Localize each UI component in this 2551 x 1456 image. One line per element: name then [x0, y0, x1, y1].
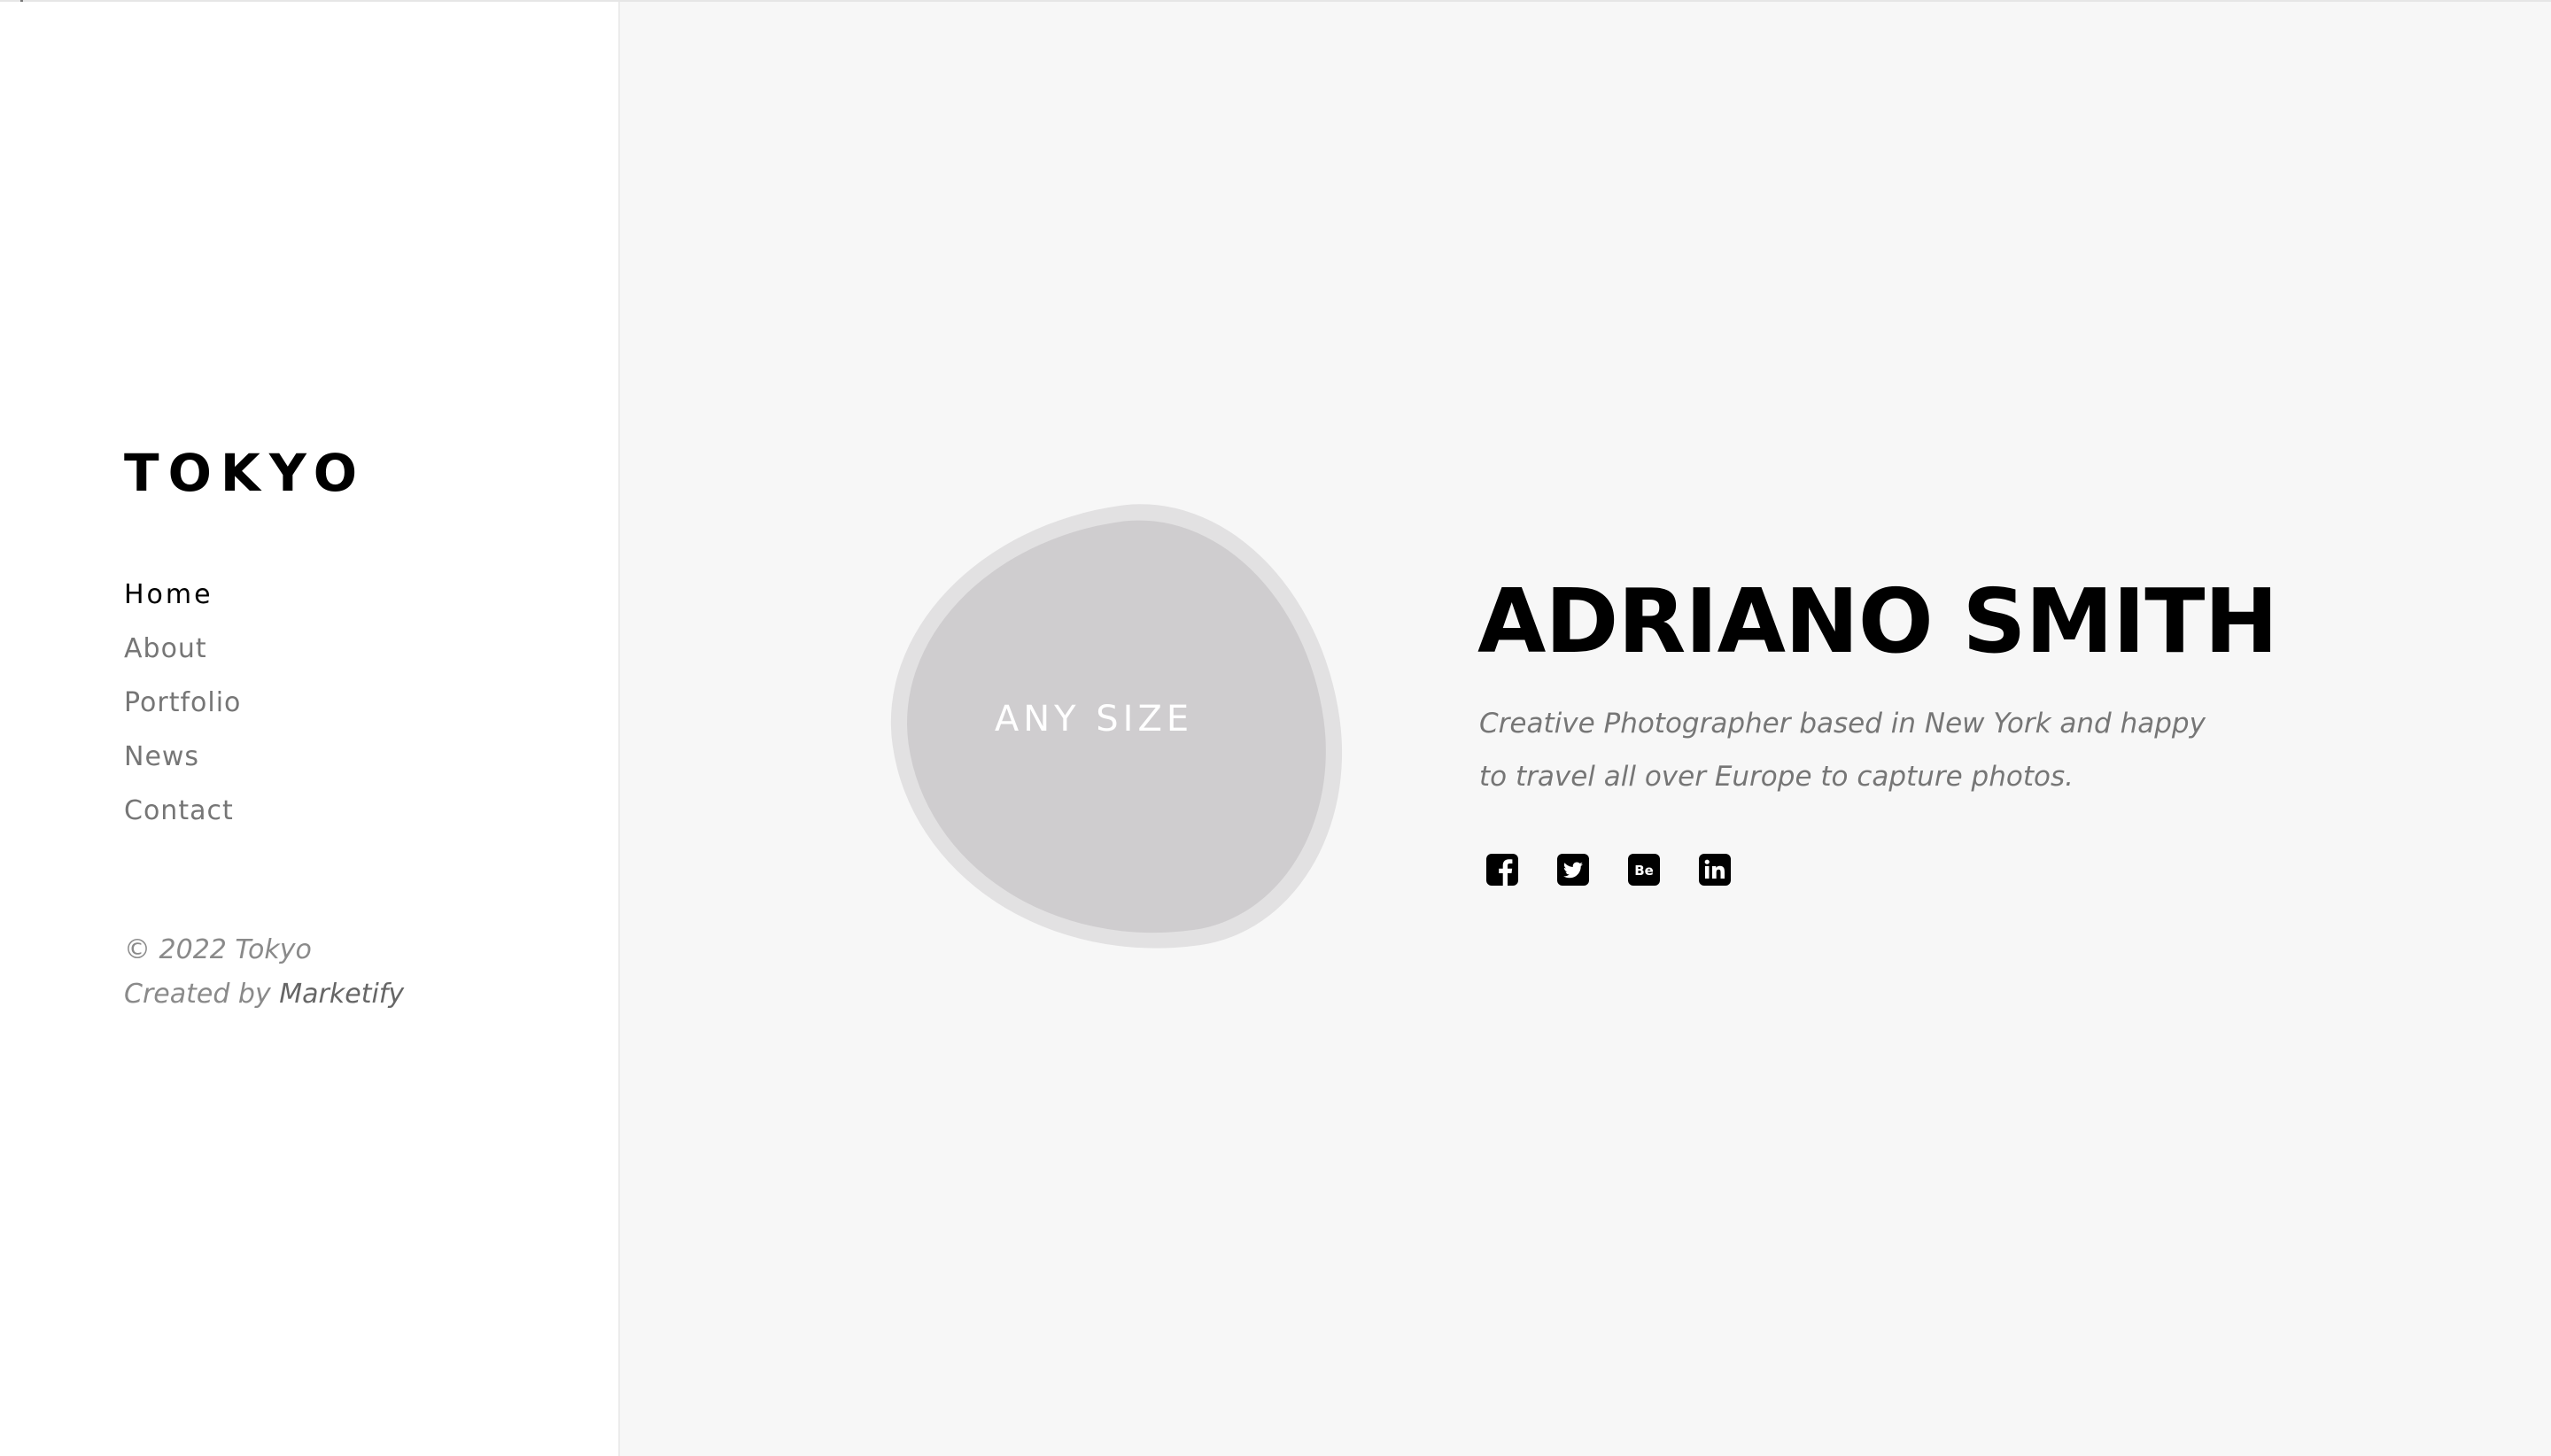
hero-description: Creative Photographer based in New York …: [1479, 697, 2276, 803]
nav-item-portfolio[interactable]: Portfolio: [124, 681, 241, 735]
credit-link[interactable]: Marketify: [279, 979, 404, 1010]
profile-image-placeholder: ANY SIZE: [864, 479, 1369, 984]
hero-description-line-1: Creative Photographer based in New York …: [1479, 708, 2206, 740]
copyright-block: © 2022 Tokyo Created by Marketify: [124, 928, 404, 1017]
credit-line: Created by Marketify: [124, 972, 404, 1017]
main-nav: Home About Portfolio News Contact: [124, 573, 241, 843]
credit-prefix: Created by: [124, 979, 271, 1010]
svg-text:Be: Be: [1634, 863, 1654, 879]
nav-item-news[interactable]: News: [124, 735, 241, 789]
image-placeholder-label: ANY SIZE: [994, 699, 1194, 740]
social-links: Be: [1486, 854, 1731, 886]
nav-item-contact[interactable]: Contact: [124, 789, 241, 843]
facebook-icon[interactable]: [1486, 854, 1518, 886]
twitter-icon[interactable]: [1557, 854, 1589, 886]
page: TOKYO Home About Portfolio News Contact …: [0, 0, 2551, 1456]
copyright-text: © 2022 Tokyo: [124, 934, 312, 965]
hero-description-line-2: to travel all over Europe to capture pho…: [1479, 761, 2074, 793]
site-logo[interactable]: TOKYO: [124, 439, 366, 507]
behance-icon[interactable]: Be: [1628, 854, 1660, 886]
hero-title: ADRIANO SMITH: [1477, 569, 2278, 673]
linkedin-icon[interactable]: [1699, 854, 1731, 886]
sidebar: TOKYO Home About Portfolio News Contact …: [0, 2, 620, 1456]
nav-item-home[interactable]: Home: [124, 573, 241, 627]
nav-item-about[interactable]: About: [124, 627, 241, 681]
